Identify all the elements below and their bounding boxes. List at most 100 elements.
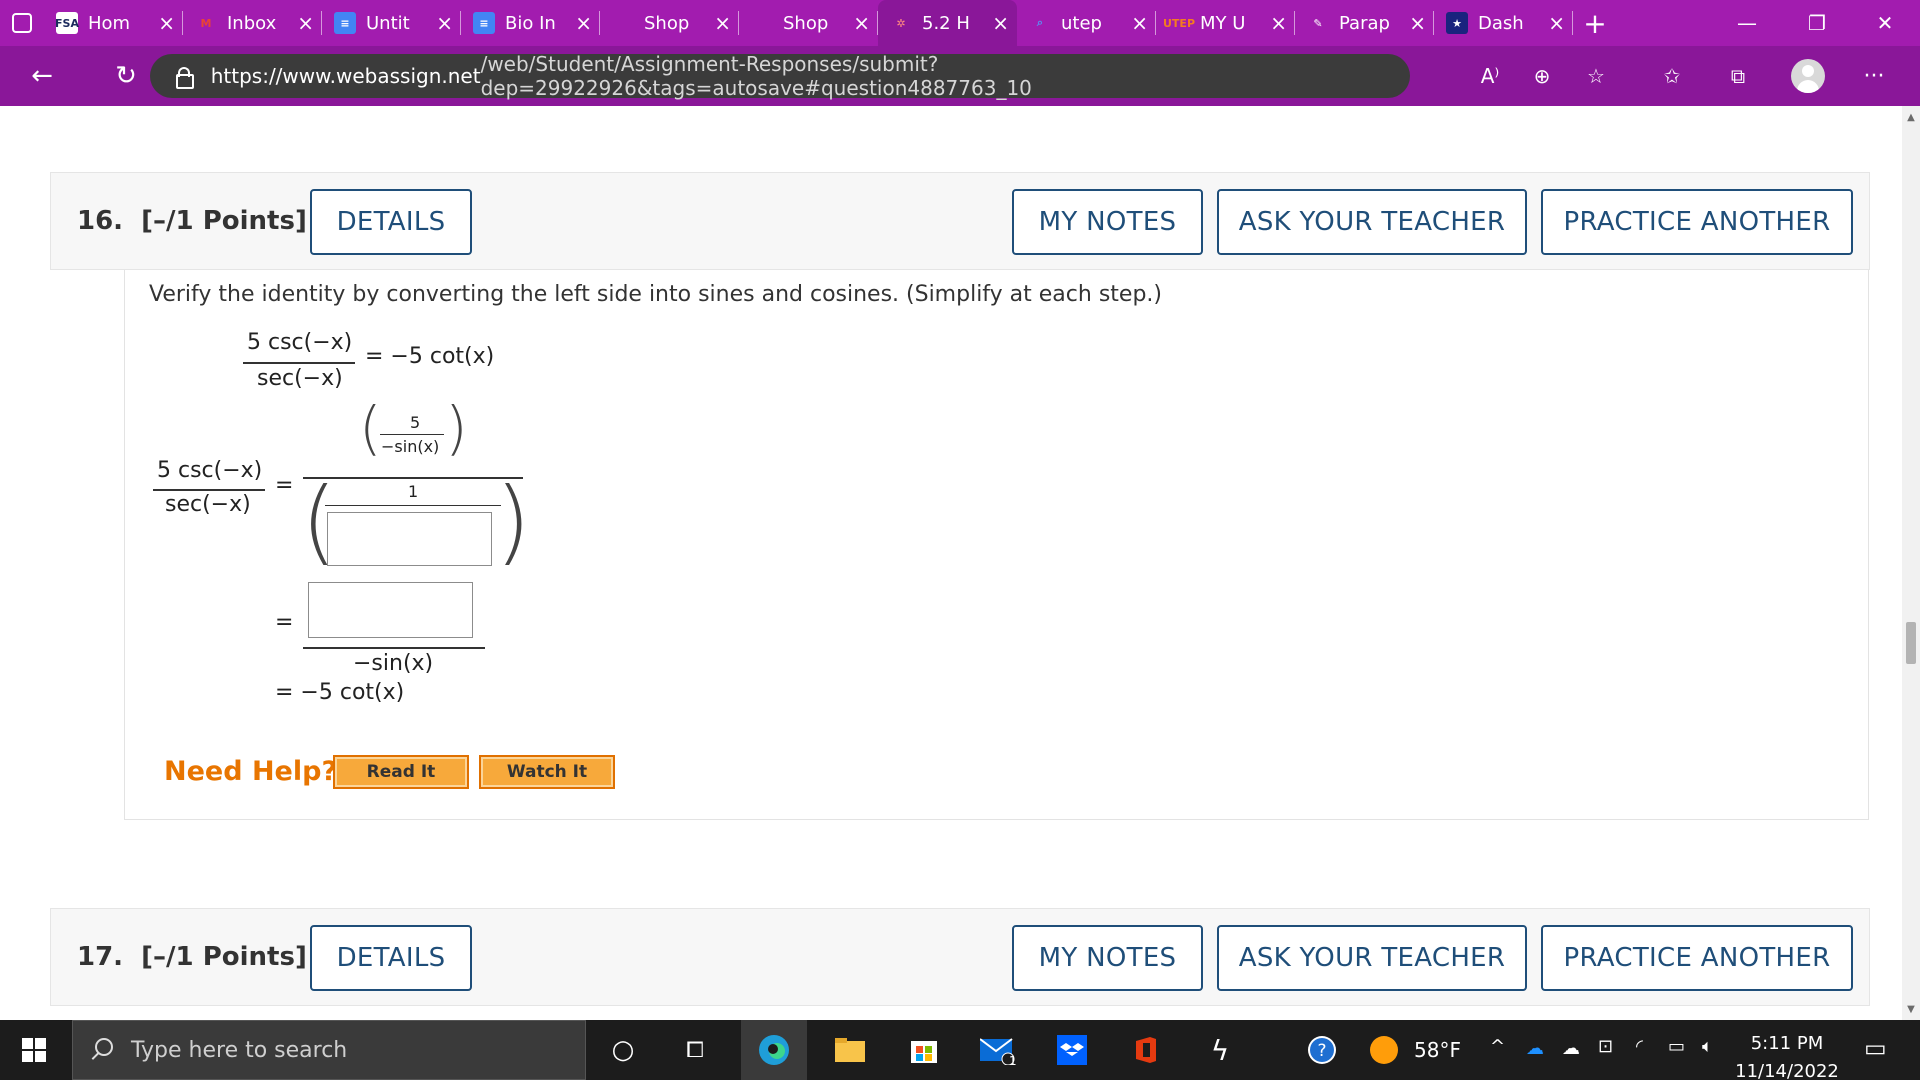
cortana-icon[interactable]: ○ (603, 1030, 643, 1070)
question-prompt: Verify the identity by converting the le… (149, 282, 1162, 307)
tab-label: MY U (1200, 12, 1246, 34)
windows-taskbar: Type here to search ○ ⧠ 1 ϟ ? 58°F ^ ☁ ☁… (0, 1020, 1920, 1080)
search-icon (95, 1038, 113, 1056)
tab-close-icon[interactable]: × (714, 13, 731, 33)
task-view-icon[interactable]: ⧠ (675, 1030, 715, 1070)
tab-label: Shop (644, 12, 690, 34)
zoom-icon[interactable]: ⊕ (1520, 54, 1564, 98)
tab-close-icon[interactable]: × (158, 13, 175, 33)
scroll-down-arrow-icon[interactable]: ▼ (1902, 1000, 1920, 1018)
taskbar-clock[interactable]: 5:11 PM 11/14/2022 (1722, 1030, 1852, 1080)
fsa-favicon-icon: FSA (55, 12, 79, 34)
edge-browser-icon[interactable] (754, 1030, 794, 1070)
page-scrollbar[interactable]: ▲ ▼ (1902, 106, 1920, 1020)
scroll-up-arrow-icon[interactable]: ▲ (1902, 108, 1920, 126)
answer-box-1[interactable] (327, 512, 492, 566)
search-favicon-icon: ⌕ (1036, 16, 1044, 29)
read-aloud-icon[interactable]: A⁾ (1468, 54, 1512, 98)
weather-temp[interactable]: 58°F (1414, 1038, 1461, 1062)
practice-another-button[interactable]: PRACTICE ANOTHER (1541, 189, 1853, 255)
details-button[interactable]: DETAILS (310, 189, 472, 255)
browser-tab[interactable]: UTEP MY U × (1156, 0, 1295, 46)
tab-close-icon[interactable]: × (436, 13, 453, 33)
microsoft-store-icon[interactable] (904, 1030, 944, 1070)
tray-chevron-up-icon[interactable]: ^ (1490, 1036, 1505, 1057)
device-icon[interactable]: ⊡ (1598, 1036, 1613, 1057)
tab-close-icon[interactable]: × (575, 13, 592, 33)
wifi-icon[interactable]: ◜ (1636, 1036, 1643, 1057)
scrollbar-thumb[interactable] (1906, 622, 1916, 664)
ask-your-teacher-button[interactable]: ASK YOUR TEACHER (1217, 189, 1527, 255)
browser-tab[interactable]: ✎ Parap × (1295, 0, 1434, 46)
restore-icon[interactable]: ❐ (1790, 0, 1844, 46)
inner-top-numerator: 5 (410, 413, 421, 432)
my-notes-button[interactable]: MY NOTES (1012, 189, 1203, 255)
favorites-icon[interactable]: ✩ (1650, 54, 1694, 98)
tab-close-icon[interactable]: × (853, 13, 870, 33)
browser-tab[interactable]: ✲ 5.2 H × (878, 0, 1017, 46)
tab-close-icon[interactable]: × (1131, 13, 1148, 33)
weather-sun-icon[interactable] (1364, 1030, 1404, 1070)
windows-start-icon[interactable] (22, 1038, 46, 1062)
answer-box-2[interactable] (308, 582, 473, 638)
right-paren-icon: ) (495, 468, 531, 575)
svg-text:?: ? (1317, 1041, 1326, 1061)
more-menu-icon[interactable]: ··· (1852, 54, 1896, 98)
refresh-icon[interactable]: ↻ (104, 54, 148, 98)
office-icon[interactable] (1126, 1030, 1166, 1070)
search-placeholder: Type here to search (131, 1037, 348, 1063)
url-field[interactable]: https://www.webassign.net/web/Student/As… (150, 52, 1410, 100)
add-favorite-icon[interactable]: ☆ (1574, 54, 1618, 98)
tab-close-icon[interactable]: × (1548, 13, 1565, 33)
browser-tab[interactable]: FSA Hom × (44, 0, 183, 46)
minimize-icon[interactable]: — (1720, 0, 1774, 46)
browser-tab[interactable]: Shop × (739, 0, 878, 46)
close-window-icon[interactable]: ✕ (1858, 0, 1912, 46)
battery-icon[interactable]: ▭ (1668, 1036, 1685, 1057)
identity-rhs: = −5 cot(x) (365, 344, 495, 369)
onedrive-icon[interactable]: ☁ (1526, 1038, 1544, 1059)
browser-tab-bar: FSA Hom × M Inbox × ≡ Untit × ≡ Bio In × Shop × Shop × ✲… (0, 0, 1920, 46)
cloud-error-icon[interactable]: ☁ (1562, 1038, 1580, 1059)
tab-label: utep (1061, 12, 1102, 34)
tab-label: Dash (1478, 12, 1524, 34)
collections-icon[interactable]: ⧉ (1716, 54, 1760, 98)
tab-close-icon[interactable]: × (992, 13, 1009, 33)
fraction-bar (303, 647, 485, 649)
pen-favicon-icon: ✎ (1313, 16, 1323, 30)
file-explorer-icon[interactable] (830, 1030, 870, 1070)
question-17-header: 17. [–/1 Points] DETAILS MY NOTES ASK YO… (50, 908, 1870, 1006)
details-button[interactable]: DETAILS (310, 925, 472, 991)
step-lhs-denominator: sec(−x) (165, 492, 251, 517)
tab-close-icon[interactable]: × (1409, 13, 1426, 33)
notification-center-icon[interactable]: ▭ (1864, 1034, 1887, 1062)
taskbar-search-box[interactable]: Type here to search (72, 1020, 586, 1080)
tab-label: Inbox (227, 12, 277, 34)
gmail-favicon-icon: M (200, 16, 212, 30)
browser-tab[interactable]: ≡ Bio In × (461, 0, 600, 46)
tab-actions-icon[interactable] (0, 0, 44, 46)
watch-it-button[interactable]: Watch It (479, 755, 615, 789)
lightning-app-icon[interactable]: ϟ (1200, 1030, 1240, 1070)
help-question-icon[interactable]: ? (1302, 1030, 1342, 1070)
my-notes-button[interactable]: MY NOTES (1012, 925, 1203, 991)
new-tab-plus-icon[interactable]: + (1573, 0, 1617, 46)
volume-icon[interactable]: 🔈︎ (1702, 1036, 1713, 1057)
clock-time: 5:11 PM (1750, 1033, 1824, 1054)
browser-tab[interactable]: Shop × (600, 0, 739, 46)
browser-tab[interactable]: M Inbox × (183, 0, 322, 46)
tab-label: Untit (366, 12, 410, 34)
practice-another-button[interactable]: PRACTICE ANOTHER (1541, 925, 1853, 991)
back-arrow-icon[interactable]: ← (20, 54, 64, 98)
browser-tab[interactable]: ★ Dash × (1434, 0, 1573, 46)
browser-tab[interactable]: ⌕ utep × (1017, 0, 1156, 46)
right-paren-icon: ) (445, 394, 468, 462)
tab-label: Parap (1339, 12, 1390, 34)
browser-tab[interactable]: ≡ Untit × (322, 0, 461, 46)
profile-avatar[interactable] (1791, 59, 1825, 93)
ask-your-teacher-button[interactable]: ASK YOUR TEACHER (1217, 925, 1527, 991)
tab-close-icon[interactable]: × (1270, 13, 1287, 33)
read-it-button[interactable]: Read It (333, 755, 469, 789)
tab-close-icon[interactable]: × (297, 13, 314, 33)
dropbox-icon[interactable] (1052, 1030, 1092, 1070)
